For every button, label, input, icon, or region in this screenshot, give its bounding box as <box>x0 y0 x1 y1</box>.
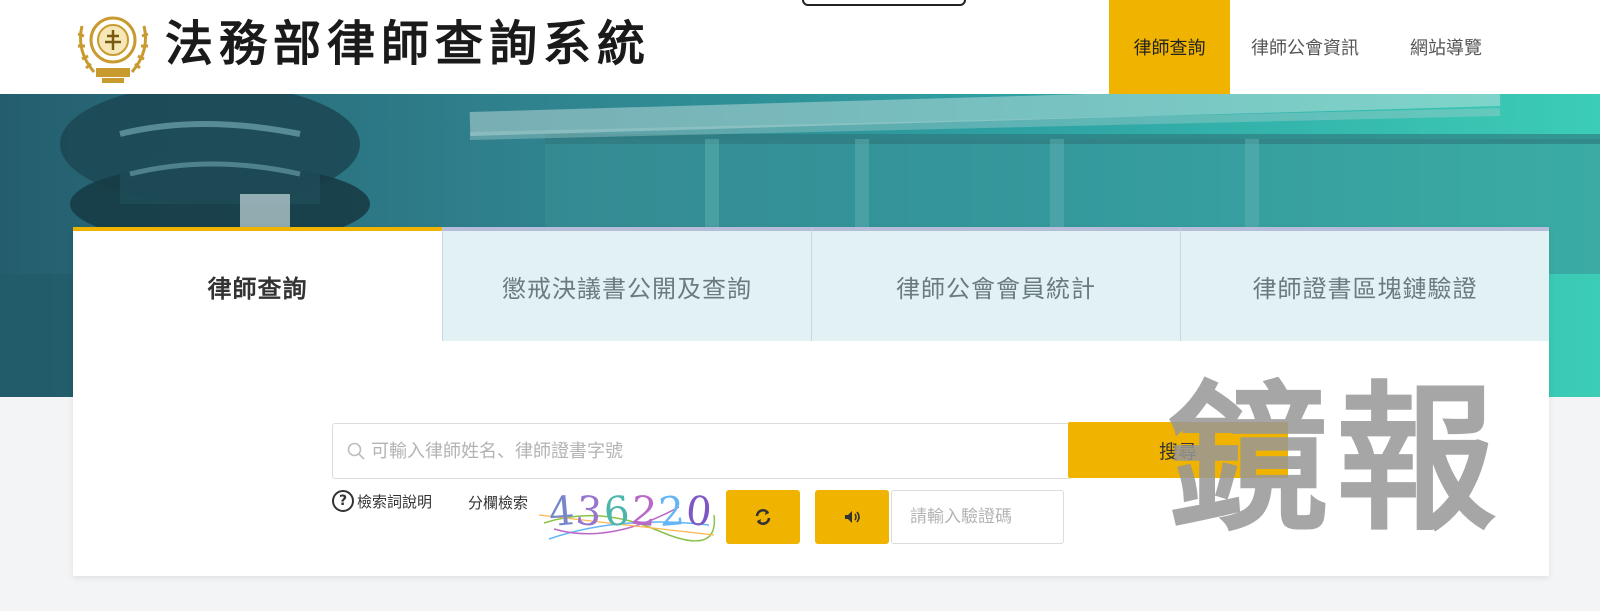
speaker-icon <box>845 511 860 523</box>
search-icon <box>347 442 365 460</box>
refresh-captcha-button[interactable] <box>726 490 800 544</box>
site-header: 法務部律師查詢系統 律師查詢 律師公會資訊 網站導覽 <box>0 0 1600 94</box>
tab-certificate-blockchain-verify[interactable]: 律師證書區塊鏈驗證 <box>1180 227 1549 341</box>
site-title[interactable]: 法務部律師查詢系統 <box>165 14 651 74</box>
question-circle-icon: ? <box>332 490 354 512</box>
search-box <box>332 423 1072 479</box>
captcha-code: 436220 <box>547 487 717 537</box>
help-label: 檢索詞說明 <box>357 492 433 511</box>
main-nav: 律師查詢 律師公會資訊 網站導覽 <box>1109 0 1600 94</box>
top-frame-box <box>802 0 966 6</box>
captcha-char: 2 <box>629 487 662 537</box>
refresh-icon <box>755 509 771 525</box>
watermark-text: 鏡報 <box>1168 366 1505 553</box>
nav-site-map[interactable]: 網站導覽 <box>1380 0 1508 94</box>
captcha-image: 436220 <box>539 485 719 551</box>
captcha-input[interactable] <box>891 490 1064 544</box>
nav-bar-association-info[interactable]: 律師公會資訊 <box>1230 0 1380 94</box>
search-term-help-link[interactable]: ? 檢索詞說明 <box>332 490 432 512</box>
ministry-emblem-icon[interactable] <box>72 6 154 86</box>
search-input[interactable] <box>371 424 1061 478</box>
tab-lawyer-search[interactable]: 律師查詢 <box>73 227 442 341</box>
captcha-char: 0 <box>683 487 717 537</box>
nav-lawyer-search[interactable]: 律師查詢 <box>1109 0 1230 94</box>
search-tabs: 律師查詢 懲戒決議書公開及查詢 律師公會會員統計 律師證書區塊鏈驗證 <box>73 227 1549 341</box>
tab-bar-member-statistics[interactable]: 律師公會會員統計 <box>811 227 1180 341</box>
field-search-link[interactable]: 分欄檢索 <box>468 492 528 513</box>
audio-captcha-button[interactable] <box>815 490 889 544</box>
captcha-char: 3 <box>574 487 607 537</box>
tab-disciplinary-decisions[interactable]: 懲戒決議書公開及查詢 <box>442 227 811 341</box>
